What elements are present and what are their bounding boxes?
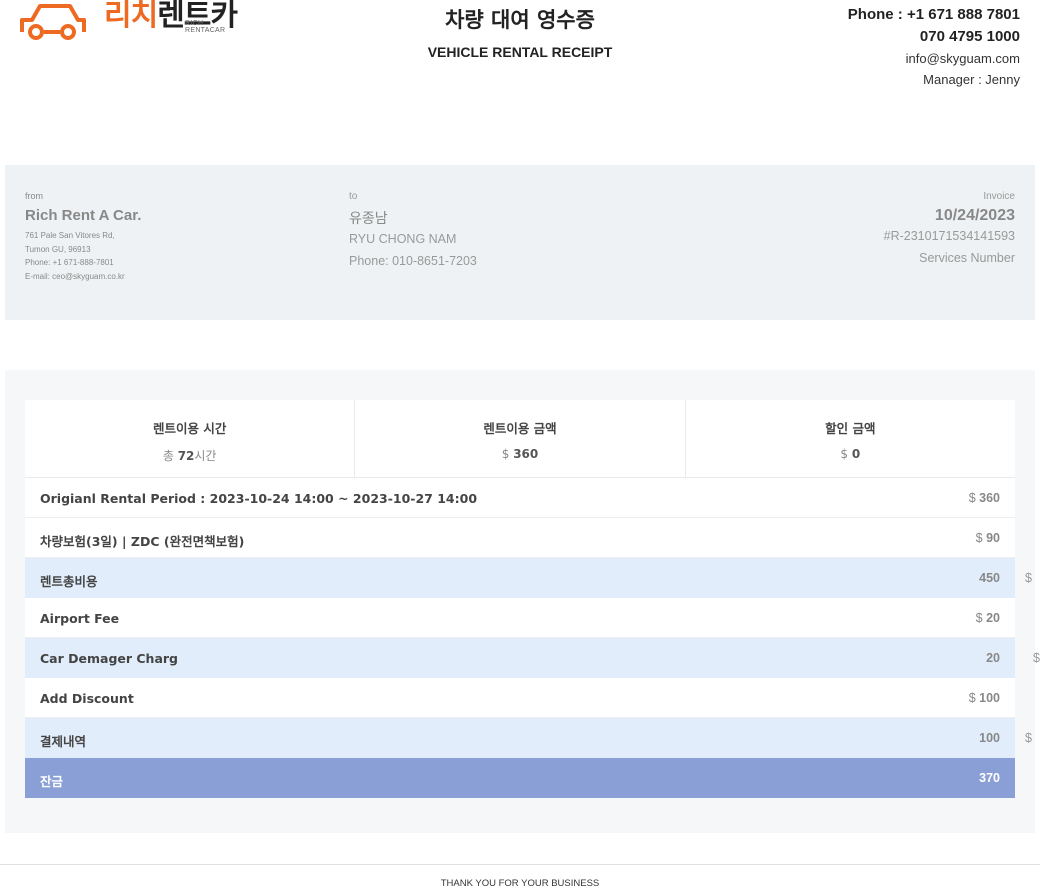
from-address-2: Tumon GU, 96913 xyxy=(25,244,91,254)
contact-info: Phone : +1 671 888 7801 070 4795 1000 in… xyxy=(848,4,1020,90)
summary-table: 렌트이용 시간 총 72시간 렌트이용 금액 $ 360 할인 금액 $ 0 xyxy=(25,400,1015,478)
line-item-damage-charge: Car Demager Charg 20 $ xyxy=(25,638,1040,678)
line-item-amount: $ 360 xyxy=(968,491,1000,505)
from-phone: Phone: +1 671-888-7801 xyxy=(25,258,114,267)
line-items: Origianl Rental Period : 2023-10-24 14:0… xyxy=(25,478,1040,798)
footer-divider xyxy=(0,864,1040,865)
summary-value: $ 0 xyxy=(840,447,861,461)
line-item-label: 렌트총비용 xyxy=(40,574,98,589)
manager-name: Manager : Jenny xyxy=(923,72,1020,87)
line-item-airport-fee: Airport Fee $ 20 xyxy=(25,598,1015,638)
to-name-english: RYU CHONG NAM xyxy=(349,232,457,246)
summary-heading: 할인 금액 xyxy=(825,421,876,436)
line-item-amount: 100 xyxy=(979,731,1000,745)
phone-primary: Phone : +1 671 888 7801 xyxy=(847,6,1020,23)
summary-value: $ 360 xyxy=(501,447,539,461)
currency-symbol: $ xyxy=(1025,731,1032,745)
line-item-label: 차량보험(3일) | ZDC (완전면책보험) xyxy=(40,534,245,549)
line-item-add-discount: Add Discount $ 100 xyxy=(25,678,1015,718)
summary-heading: 렌트이용 시간 xyxy=(152,421,227,436)
line-item-label: 결제내역 xyxy=(40,734,87,749)
line-item-amount: $ 20 xyxy=(975,611,1000,625)
summary-discount-amount: 할인 금액 $ 0 xyxy=(686,400,1015,477)
line-item-label: Add Discount xyxy=(40,691,134,706)
to-name-korean: 유종남 xyxy=(349,211,388,227)
line-item-label: Car Demager Charg xyxy=(40,651,179,666)
line-item-balance: 잔금 370 xyxy=(25,758,1015,798)
invoice-date: 10/24/2023 xyxy=(934,207,1015,224)
footer-thanks: THANK YOU FOR YOUR BUSINESS xyxy=(440,878,600,889)
line-item-amount: 370 xyxy=(979,771,1000,785)
from-block: from Rich Rent A Car. 761 Pale San Vitor… xyxy=(25,191,141,283)
invoice-number: #R-2310171534141593 xyxy=(883,229,1015,243)
line-item-rental-total: 렌트총비용 450 $ xyxy=(25,558,1032,598)
to-label: to xyxy=(349,191,358,202)
invoice-label: Invoice xyxy=(983,191,1015,202)
from-email: E-mail: ceo@skyguam.co.kr xyxy=(25,271,125,281)
to-block: to 유종남 RYU CHONG NAM Phone: 010-8651-720… xyxy=(349,191,477,272)
line-item-insurance: 차량보험(3일) | ZDC (완전면책보험) $ 90 xyxy=(25,518,1015,558)
from-address-1: 761 Pale San Vitores Rd, xyxy=(25,231,115,240)
summary-value: 총 72시간 xyxy=(162,449,217,463)
summary-rental-amount: 렌트이용 금액 $ 360 xyxy=(355,400,686,477)
currency-symbol: $ xyxy=(1033,651,1040,665)
line-item-label: Airport Fee xyxy=(40,611,120,626)
line-item-amount: 450 xyxy=(979,571,1000,585)
line-item-amount: $ 100 xyxy=(968,691,1000,705)
invoice-parties: from Rich Rent A Car. 761 Pale San Vitor… xyxy=(5,165,1035,320)
services-number-label: Services Number xyxy=(919,251,1015,265)
line-item-amount: 20 xyxy=(986,651,1000,665)
charges-panel: 렌트이용 시간 총 72시간 렌트이용 금액 $ 360 할인 금액 $ 0 O… xyxy=(5,370,1040,833)
line-item-label: 잔금 xyxy=(40,774,64,789)
phone-secondary: 070 4795 1000 xyxy=(919,28,1020,45)
summary-rental-time: 렌트이용 시간 총 72시간 xyxy=(25,400,356,477)
contact-email: info@skyguam.com xyxy=(905,51,1020,66)
to-phone: Phone: 010-8651-7203 xyxy=(349,254,477,268)
currency-symbol: $ xyxy=(1025,571,1032,585)
line-item-rental-period: Origianl Rental Period : 2023-10-24 14:0… xyxy=(25,478,1015,518)
from-company: Rich Rent A Car. xyxy=(25,207,142,224)
invoice-block: Invoice 10/24/2023 #R-2310171534141593 S… xyxy=(884,191,1015,269)
summary-heading: 렌트이용 금액 xyxy=(483,421,557,436)
from-label: from xyxy=(25,191,43,201)
line-item-amount: $ 90 xyxy=(975,531,1000,545)
line-item-label: Origianl Rental Period : 2023-10-24 14:0… xyxy=(40,491,478,506)
line-item-payments: 결제내역 100 $ xyxy=(25,718,1032,758)
